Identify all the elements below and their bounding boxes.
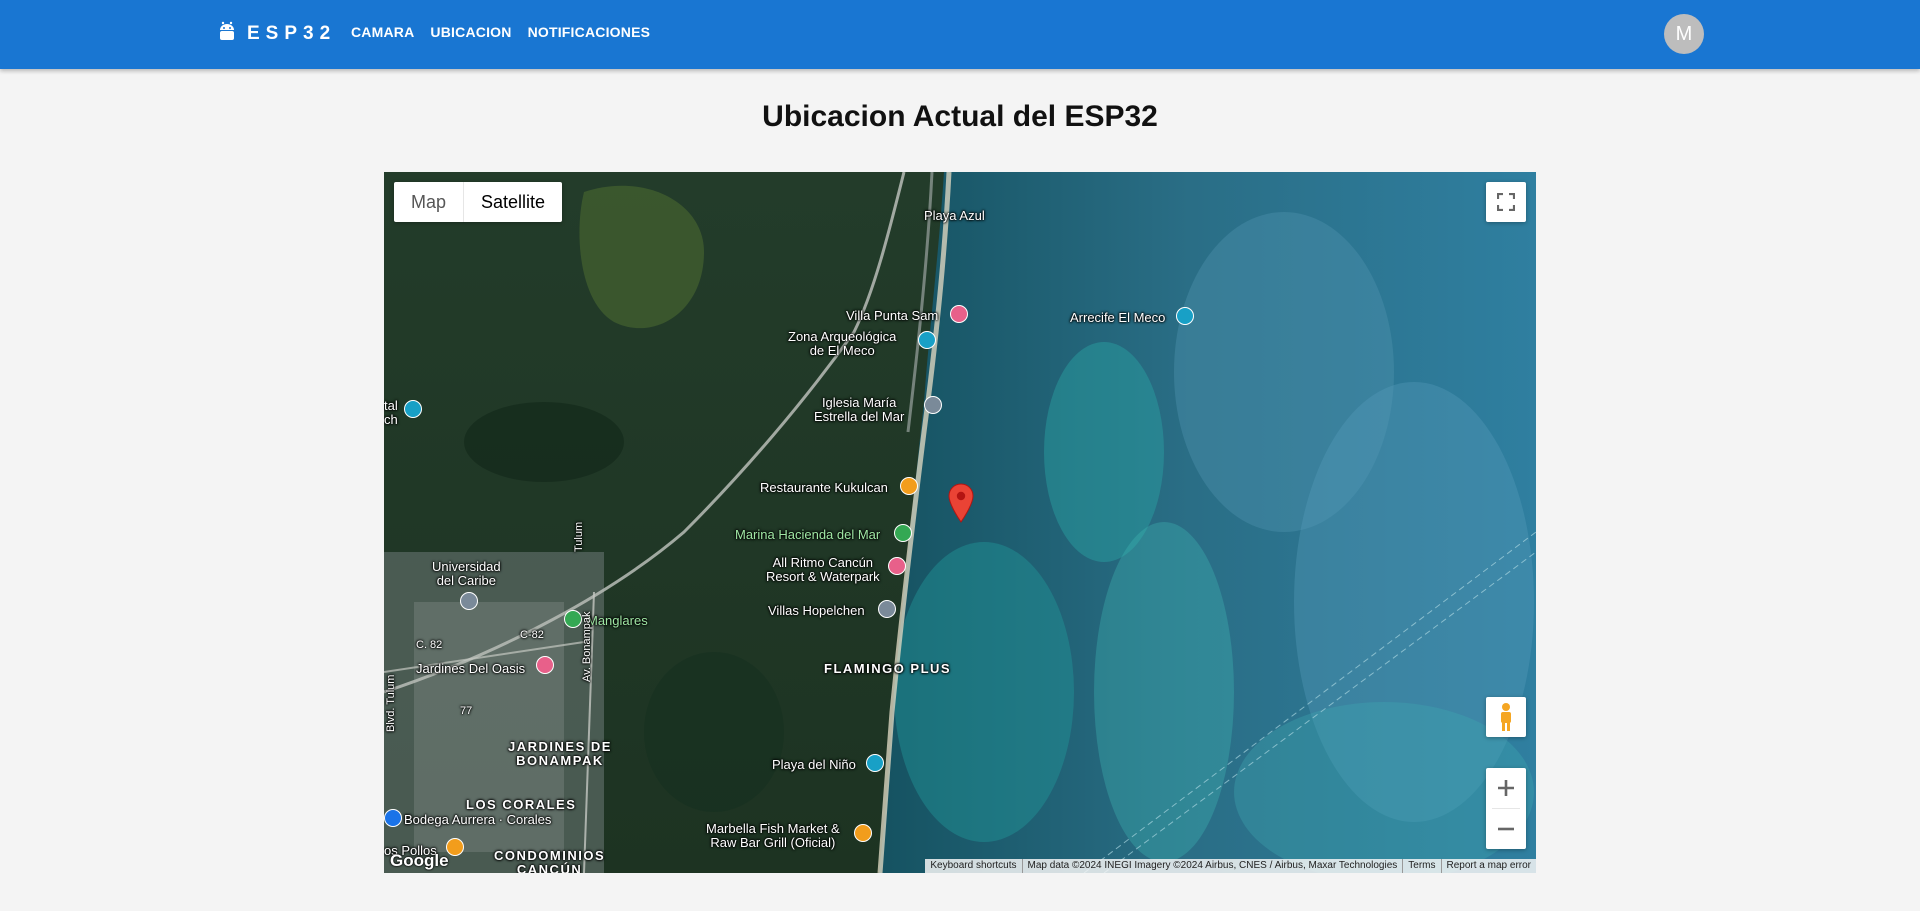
- waterpark-poi-icon[interactable]: [888, 557, 906, 575]
- zoom-control: [1486, 768, 1526, 849]
- label-77: 77: [460, 705, 473, 717]
- page-title: Ubicacion Actual del ESP32: [762, 100, 1158, 133]
- label-universidad: Universidad del Caribe: [432, 559, 501, 588]
- device-location-marker[interactable]: [948, 483, 974, 528]
- hotel-poi-icon[interactable]: [950, 305, 968, 323]
- main-nav: CAMARA UBICACION NOTIFICACIONES: [351, 24, 650, 40]
- label-los-corales: LOS CORALES: [466, 797, 577, 812]
- nav-camara[interactable]: CAMARA: [351, 24, 414, 40]
- label-marbella: Marbella Fish Market & Raw Bar Grill (Ofi…: [706, 821, 840, 850]
- nav-notificaciones[interactable]: NOTIFICACIONES: [528, 24, 651, 40]
- label-bodega-aurrera: Bodega Aurrera · Corales: [404, 812, 552, 827]
- label-jardines-oasis: Jardines Del Oasis: [416, 661, 526, 676]
- report-map-error-link[interactable]: Report a map error: [1440, 859, 1536, 873]
- street-view-button[interactable]: [1486, 697, 1526, 737]
- terms-link[interactable]: Terms: [1402, 859, 1440, 873]
- label-av-bonampak: Av. Bonampak: [581, 611, 593, 682]
- marina-poi-icon[interactable]: [894, 524, 912, 542]
- label-c82-b: C-82: [520, 629, 544, 641]
- map-type-control: Map Satellite: [394, 182, 563, 222]
- school-poi-icon[interactable]: [460, 592, 478, 610]
- map-data-text: Map data ©2024 INEGI Imagery ©2024 Airbu…: [1021, 859, 1403, 873]
- keyboard-shortcuts-link[interactable]: Keyboard shortcuts: [925, 859, 1021, 873]
- label-all-ritmo: All Ritmo Cancún Resort & Waterpark: [766, 555, 880, 584]
- label-villas-hopelchen: Villas Hopelchen: [768, 603, 865, 618]
- label-c82-a: C. 82: [416, 639, 443, 651]
- map-marker-icon: [948, 483, 974, 523]
- map-attribution: Keyboard shortcuts Map data ©2024 INEGI …: [925, 859, 1536, 873]
- place-poi-icon[interactable]: [878, 600, 896, 618]
- label-condominios: CONDOMINIOS CANCÚN: [494, 848, 606, 874]
- camera-icon[interactable]: [866, 754, 884, 772]
- google-logo[interactable]: Google: [390, 851, 449, 871]
- app-bar: ESP32 CAMARA UBICACION NOTIFICACIONES M: [0, 0, 1920, 69]
- hotel-poi-icon[interactable]: [536, 656, 554, 674]
- church-poi-icon[interactable]: [924, 396, 942, 414]
- avatar[interactable]: M: [1664, 14, 1704, 54]
- brand-name: ESP32: [247, 23, 337, 44]
- map-type-map-button[interactable]: Map: [394, 182, 465, 222]
- zoom-out-icon: [1498, 827, 1514, 831]
- camera-icon[interactable]: [918, 331, 936, 349]
- label-playa-azul: Playa Azul: [924, 208, 985, 223]
- zoom-out-button[interactable]: [1486, 809, 1526, 849]
- map[interactable]: Map Satellite Playa Azul Villa Punta Sam…: [384, 172, 1536, 873]
- label-manglares: Manglares: [587, 613, 648, 628]
- pegman-icon: [1501, 703, 1511, 731]
- zoom-in-button[interactable]: [1486, 768, 1526, 808]
- label-arrecife: Arrecife El Meco: [1070, 310, 1166, 325]
- label-restaurante: Restaurante Kukulcan: [760, 480, 888, 495]
- label-playa-nino: Playa del Niño: [772, 757, 856, 772]
- label-marina: Marina Hacienda del Mar: [735, 527, 881, 542]
- map-type-satellite-button[interactable]: Satellite: [464, 182, 562, 222]
- camera-icon[interactable]: [404, 400, 422, 418]
- brand[interactable]: ESP32: [219, 20, 336, 48]
- label-jardines-bonampak: JARDINES DE BONAMPAK: [508, 739, 612, 768]
- android-robot-icon: [219, 21, 235, 48]
- label-tulum: Tulum: [573, 521, 585, 552]
- label-tal-ch: tal ch: [384, 398, 398, 427]
- label-flamingo-plus: FLAMINGO PLUS: [824, 661, 952, 676]
- label-zona-arqueologica: Zona Arqueológica de El Meco: [788, 329, 897, 358]
- label-villa-punta-sam: Villa Punta Sam: [846, 308, 939, 323]
- fullscreen-button[interactable]: [1486, 182, 1526, 222]
- shopping-poi-icon[interactable]: [384, 809, 402, 827]
- restaurant-poi-icon[interactable]: [900, 477, 918, 495]
- label-iglesia: Iglesia María Estrella del Mar: [814, 395, 905, 424]
- nav-ubicacion[interactable]: UBICACION: [430, 24, 511, 40]
- restaurant-poi-icon[interactable]: [854, 824, 872, 842]
- label-blvd-tulum: Blvd. Tulum: [385, 674, 397, 732]
- zoom-in-icon: [1498, 780, 1514, 796]
- fullscreen-icon: [1497, 193, 1515, 211]
- museum-poi-icon[interactable]: [1176, 307, 1194, 325]
